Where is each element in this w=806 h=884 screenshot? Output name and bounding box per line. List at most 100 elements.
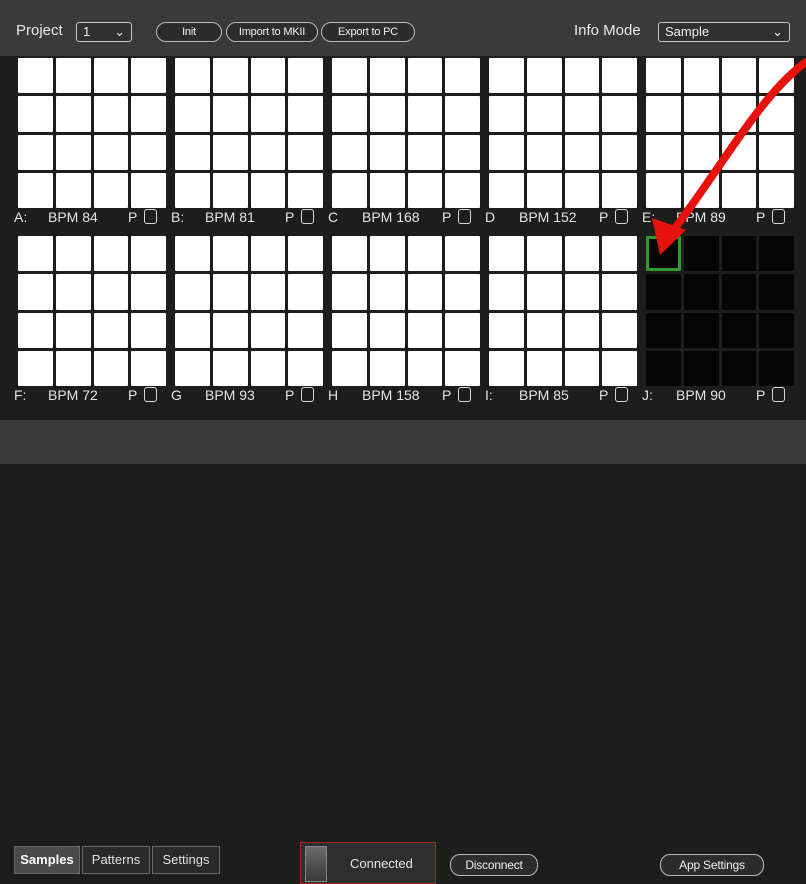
pattern-checkbox[interactable] [144,209,157,224]
pad[interactable] [18,274,53,310]
pad[interactable] [369,350,405,386]
pad[interactable] [564,236,600,272]
pad[interactable] [18,312,53,348]
pad[interactable] [602,350,637,386]
pad[interactable] [526,236,562,272]
pad[interactable] [288,350,323,386]
pad[interactable] [175,350,210,386]
pad[interactable] [489,134,524,170]
pad[interactable] [602,172,637,208]
pad[interactable] [250,236,286,272]
pad[interactable] [18,350,53,386]
pad[interactable] [526,134,562,170]
pad[interactable] [250,96,286,132]
pad[interactable] [646,58,681,94]
pad[interactable] [683,236,719,272]
pad[interactable] [131,350,166,386]
info-mode-select[interactable]: Sample ⌄ [658,22,790,42]
pad[interactable] [131,172,166,208]
tab-samples[interactable]: Samples [14,846,80,874]
pad[interactable] [683,274,719,310]
pad[interactable] [369,96,405,132]
pad[interactable] [175,274,210,310]
pad[interactable] [759,96,794,132]
pad[interactable] [369,312,405,348]
pad[interactable] [250,274,286,310]
pad[interactable] [526,274,562,310]
pad[interactable] [407,134,443,170]
pad[interactable] [212,134,248,170]
pad[interactable] [683,96,719,132]
pad[interactable] [250,58,286,94]
pad[interactable] [250,134,286,170]
import-to-mkii-button[interactable]: Import to MKII [226,22,318,42]
pad[interactable] [526,312,562,348]
pad[interactable] [332,58,367,94]
pad[interactable] [564,312,600,348]
pad[interactable] [212,236,248,272]
pad[interactable] [646,274,681,310]
pad[interactable] [602,58,637,94]
pad[interactable] [250,172,286,208]
pad[interactable] [759,172,794,208]
pad[interactable] [55,134,91,170]
pad[interactable] [407,96,443,132]
pad[interactable] [407,274,443,310]
pad[interactable] [332,274,367,310]
pad[interactable] [407,312,443,348]
pad[interactable] [250,312,286,348]
pad[interactable] [445,96,480,132]
pad[interactable] [646,312,681,348]
pad[interactable] [489,96,524,132]
pad[interactable] [212,96,248,132]
pad[interactable] [445,350,480,386]
pad[interactable] [683,134,719,170]
pad[interactable] [445,172,480,208]
pad[interactable] [759,134,794,170]
pattern-checkbox[interactable] [772,387,785,402]
pad[interactable] [646,350,681,386]
pad[interactable] [332,96,367,132]
pad[interactable] [683,350,719,386]
pad[interactable] [445,312,480,348]
pad[interactable] [759,274,794,310]
pad[interactable] [526,350,562,386]
pad[interactable] [175,172,210,208]
project-select[interactable]: 1 ⌄ [76,22,132,42]
pad[interactable] [212,312,248,348]
pad[interactable] [445,236,480,272]
pad[interactable] [175,58,210,94]
pad[interactable] [445,58,480,94]
pad[interactable] [564,350,600,386]
pad[interactable] [93,172,129,208]
pad[interactable] [369,134,405,170]
pad[interactable] [489,274,524,310]
pad[interactable] [564,274,600,310]
pad[interactable] [526,96,562,132]
pad[interactable] [55,274,91,310]
pad[interactable] [131,312,166,348]
pad[interactable] [646,96,681,132]
pad[interactable] [721,312,757,348]
pad[interactable] [369,236,405,272]
pad[interactable] [131,236,166,272]
pad[interactable] [602,236,637,272]
pad[interactable] [212,172,248,208]
pattern-checkbox[interactable] [615,209,628,224]
pad[interactable] [332,350,367,386]
pad[interactable] [332,134,367,170]
pad[interactable] [175,236,210,272]
pad[interactable] [759,236,794,272]
pad[interactable] [18,236,53,272]
pad[interactable] [55,58,91,94]
pattern-checkbox[interactable] [772,209,785,224]
pad[interactable] [407,58,443,94]
pad[interactable] [288,312,323,348]
pad[interactable] [93,236,129,272]
pad[interactable] [721,96,757,132]
pad[interactable] [93,134,129,170]
pad[interactable] [759,350,794,386]
pad[interactable] [602,96,637,132]
tab-patterns[interactable]: Patterns [82,846,150,874]
pad[interactable] [18,134,53,170]
